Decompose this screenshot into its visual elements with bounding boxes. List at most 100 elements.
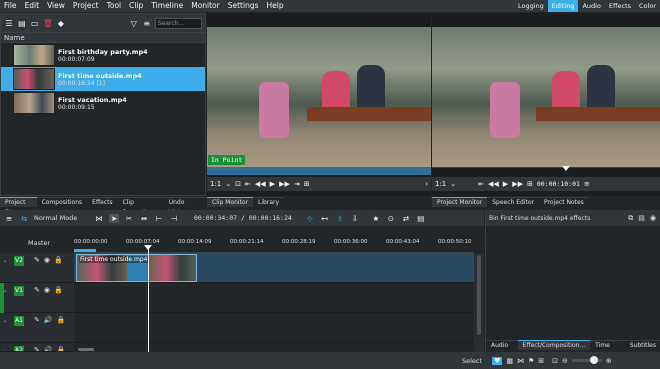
- menu-icon[interactable]: ☰: [4, 18, 14, 29]
- chevron-down-icon[interactable]: ⌄: [450, 180, 456, 188]
- layout-editing[interactable]: Editing: [547, 0, 579, 12]
- menu-edit[interactable]: Edit: [21, 0, 44, 12]
- clip-monitor-video[interactable]: [207, 27, 431, 167]
- tag-icon[interactable]: ◆: [56, 18, 66, 29]
- zoom-select[interactable]: 1:1: [435, 180, 446, 188]
- timeline-settings-icon[interactable]: ▤: [416, 214, 426, 223]
- split-icon[interactable]: ⋈: [94, 214, 104, 223]
- tab-project-bin[interactable]: Project Bin: [0, 197, 37, 216]
- play-icon[interactable]: ▶: [503, 180, 508, 188]
- horizontal-scrollbar[interactable]: [78, 348, 94, 351]
- tab-project-notes[interactable]: Project Notes: [539, 197, 589, 207]
- eye-icon[interactable]: ◉: [44, 286, 50, 294]
- menu-settings[interactable]: Settings: [224, 0, 263, 12]
- monitor-menu-icon[interactable]: ≡: [584, 180, 590, 188]
- zoom-slider-handle[interactable]: [589, 356, 598, 364]
- lock-icon[interactable]: 🔒: [54, 256, 63, 264]
- clip-monitor-ruler[interactable]: [207, 167, 431, 175]
- playhead-marker[interactable]: [562, 166, 570, 171]
- menu-view[interactable]: View: [43, 0, 69, 12]
- zoom-in-icon[interactable]: ⊕: [606, 357, 612, 365]
- track-lane-v1[interactable]: [74, 283, 474, 313]
- set-out-icon[interactable]: ⇥: [294, 180, 300, 188]
- track-target[interactable]: ⌄: [0, 256, 10, 266]
- menu-clip[interactable]: Clip: [125, 0, 147, 12]
- forward-icon[interactable]: ▶▶: [279, 180, 290, 188]
- add-clip-icon[interactable]: ▤: [17, 18, 27, 29]
- track-lane-a2[interactable]: [74, 343, 474, 352]
- edit-mode-select[interactable]: Normal Mode: [34, 214, 89, 222]
- compositing-icon[interactable]: ⊙: [386, 214, 396, 223]
- menu-icon[interactable]: ≡: [4, 214, 14, 223]
- track-label[interactable]: V1: [14, 286, 24, 296]
- layout-effects[interactable]: Effects: [605, 0, 635, 12]
- layout-color[interactable]: Color: [635, 0, 660, 12]
- speaker-icon[interactable]: 🔊: [44, 316, 53, 324]
- tab-audio-mixer[interactable]: Audio Mi...: [486, 340, 518, 359]
- rewind-icon[interactable]: ◀◀: [255, 180, 266, 188]
- scrollbar-handle[interactable]: [477, 255, 481, 335]
- star-icon[interactable]: ★: [371, 214, 381, 223]
- layout-audio[interactable]: Audio: [578, 0, 604, 12]
- forward-icon[interactable]: ▶▶: [512, 180, 523, 188]
- delete-icon[interactable]: 🗑: [43, 18, 53, 29]
- menu-file[interactable]: File: [0, 0, 21, 12]
- menu-project[interactable]: Project: [69, 0, 103, 12]
- film-icon[interactable]: ▦: [506, 357, 513, 365]
- tab-project-monitor[interactable]: Project Monitor: [432, 197, 488, 207]
- timeline-ruler[interactable]: 00:00:00:00 00:00:07:04 00:00:14:09 00:0…: [74, 237, 474, 253]
- tab-compositions[interactable]: Compositions: [36, 197, 88, 207]
- set-in-icon[interactable]: ⇤: [245, 180, 251, 188]
- fit-zoom-icon[interactable]: ⊡: [552, 357, 558, 365]
- zone-icon[interactable]: ⊞: [304, 180, 310, 188]
- split-audio-icon[interactable]: ⋈: [517, 357, 524, 365]
- project-monitor-ruler[interactable]: [432, 166, 660, 175]
- eye-icon[interactable]: ◉: [44, 256, 50, 264]
- marker-icon[interactable]: ⚑: [528, 357, 534, 365]
- extract-icon[interactable]: ⇩: [350, 214, 360, 223]
- zoom-out-icon[interactable]: ⊖: [562, 357, 568, 365]
- effects-icon[interactable]: ✎: [34, 256, 40, 264]
- lock-icon[interactable]: 🔒: [57, 316, 66, 324]
- spacer-tool-icon[interactable]: ⇹: [139, 214, 149, 223]
- play-icon[interactable]: ▶: [270, 180, 275, 188]
- track-lane-a1[interactable]: [74, 313, 474, 343]
- list-item[interactable]: First time outside.mp4 00:00:16:24 [1]: [1, 67, 205, 91]
- zoom-slider[interactable]: [571, 356, 602, 364]
- timeline-scrollbar[interactable]: [474, 253, 484, 352]
- effects-icon[interactable]: ✎: [34, 316, 40, 324]
- eye-icon[interactable]: ◉: [650, 214, 656, 222]
- tab-subtitles[interactable]: Subtitles: [624, 340, 660, 350]
- view-options-icon[interactable]: ≡: [142, 18, 152, 29]
- zoom-select[interactable]: 1:1: [210, 180, 221, 188]
- timeline-clip[interactable]: First time outside.mp4: [76, 254, 197, 282]
- tab-time-remap[interactable]: Time Rem...: [590, 340, 625, 359]
- tab-undo-history[interactable]: Undo History: [163, 197, 206, 216]
- list-item[interactable]: First vacation.mp4 00:00:09:15: [1, 91, 205, 115]
- project-monitor-video[interactable]: [432, 27, 660, 167]
- chevron-down-icon[interactable]: ⌄: [225, 180, 231, 188]
- compare-icon[interactable]: ⧉: [628, 214, 633, 223]
- menu-tool[interactable]: Tool: [103, 0, 126, 12]
- overwrite-icon[interactable]: ⊷: [320, 214, 330, 223]
- ripple-icon[interactable]: ⊢: [154, 214, 164, 223]
- menu-help[interactable]: Help: [263, 0, 288, 12]
- tab-clip-properties[interactable]: Clip Properties: [117, 197, 164, 216]
- track-target[interactable]: ⌄: [0, 316, 10, 326]
- razor-icon[interactable]: ✂: [124, 214, 134, 223]
- menu-timeline[interactable]: Timeline: [147, 0, 187, 12]
- tab-speech-editor[interactable]: Speech Editor: [487, 197, 540, 207]
- timecode-display[interactable]: 00:00:10:01: [537, 180, 580, 188]
- folder-icon[interactable]: ▭: [30, 18, 40, 29]
- track-label[interactable]: V2: [14, 256, 24, 266]
- slip-icon[interactable]: ⊣: [169, 214, 179, 223]
- lift-icon[interactable]: ⇧: [335, 214, 345, 223]
- search-input[interactable]: Search...: [154, 17, 202, 29]
- set-in-icon[interactable]: ⇤: [478, 180, 484, 188]
- grid-icon[interactable]: ⊞: [538, 357, 544, 365]
- insert-icon[interactable]: ⊹: [305, 214, 315, 223]
- bin-column-name[interactable]: Name: [1, 32, 205, 43]
- zone-bar[interactable]: [74, 249, 96, 252]
- track-label[interactable]: A1: [14, 316, 24, 326]
- tab-library[interactable]: Library: [253, 197, 285, 207]
